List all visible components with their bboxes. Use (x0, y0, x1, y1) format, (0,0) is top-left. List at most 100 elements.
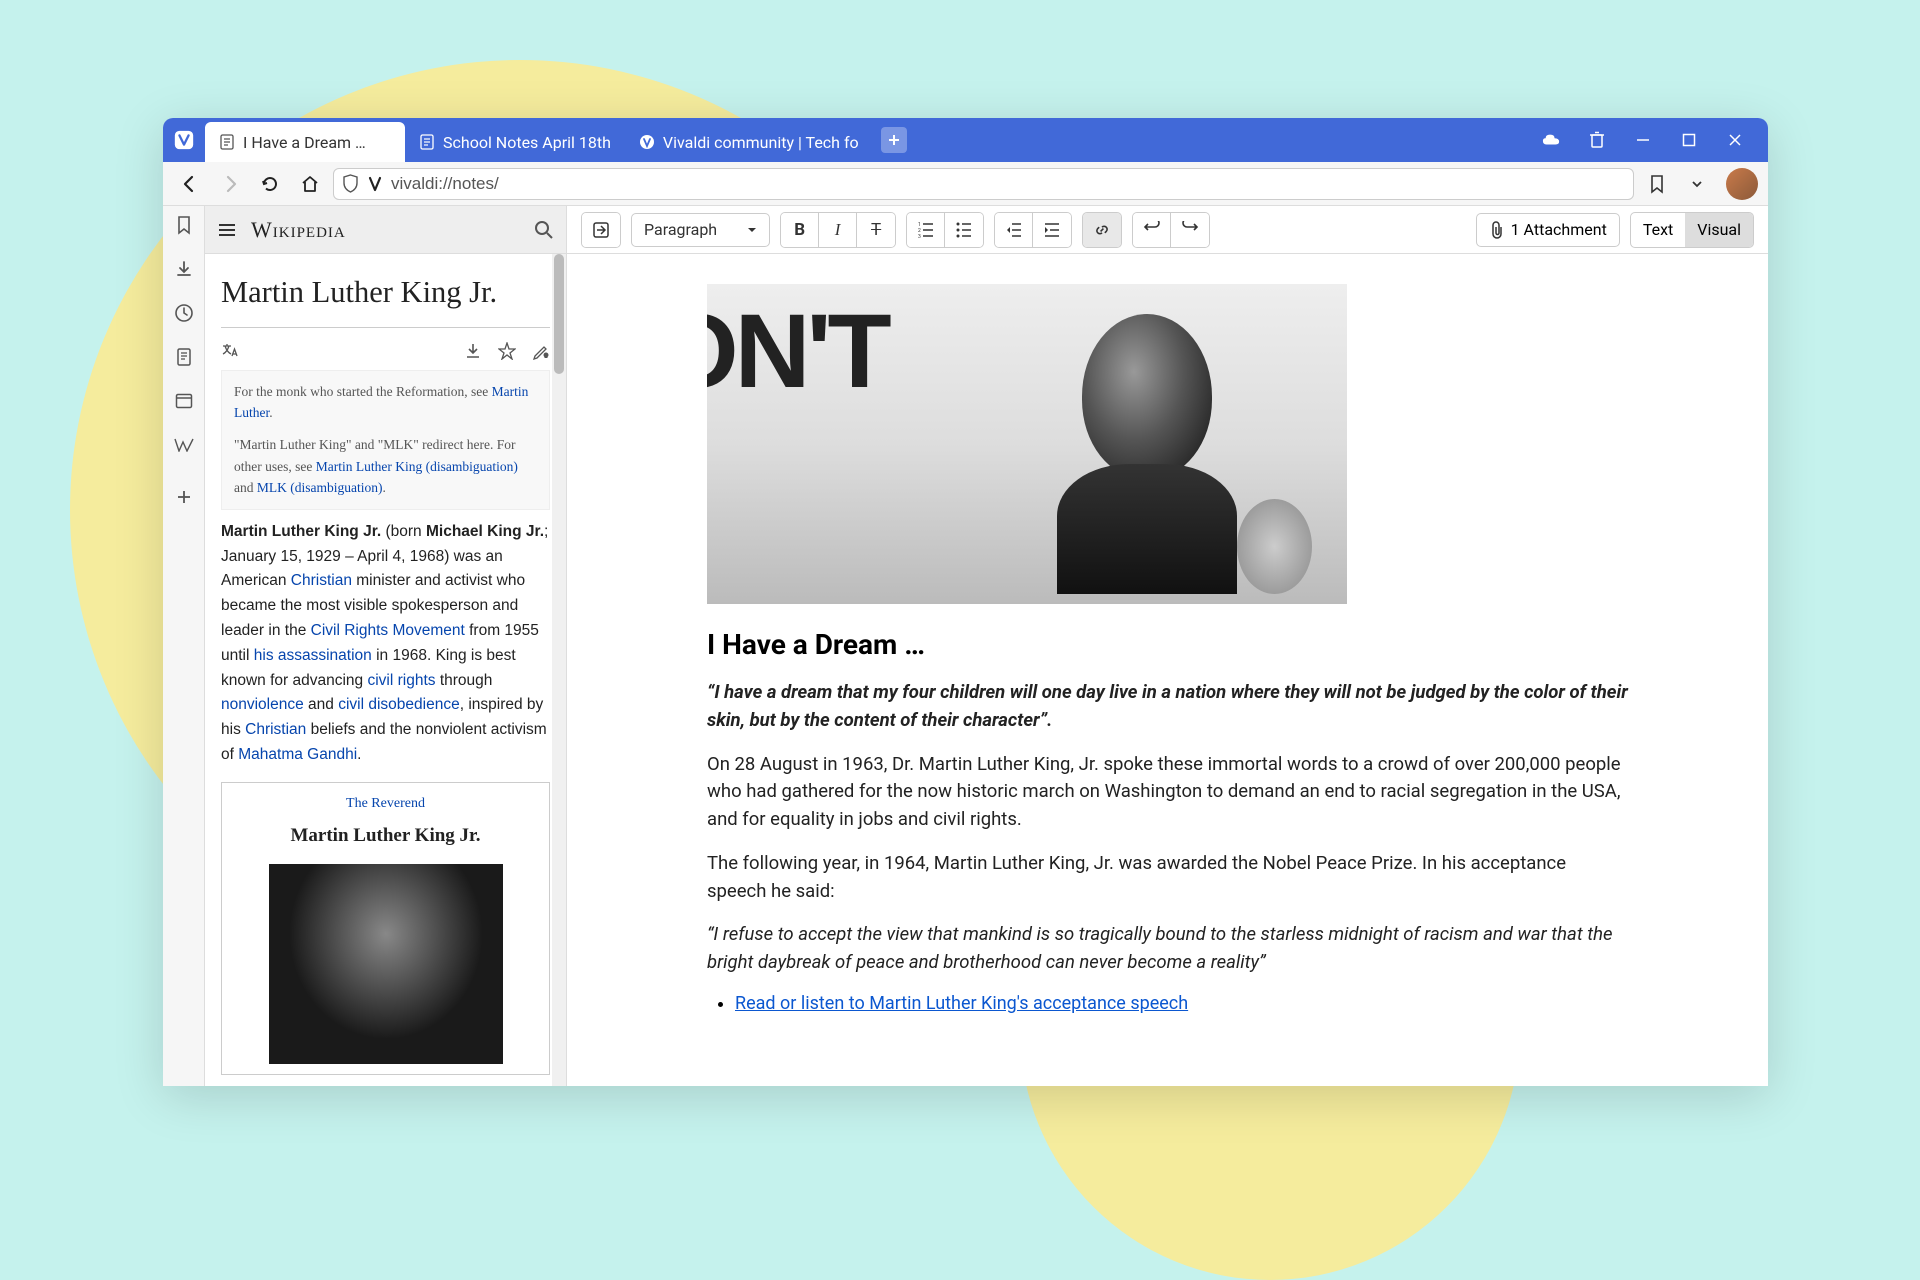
note-list: Read or listen to Martin Luther King's a… (735, 993, 1628, 1014)
search-icon[interactable] (534, 220, 554, 240)
profile-avatar[interactable] (1726, 168, 1758, 200)
wiki-link[interactable]: nonviolence (221, 696, 304, 713)
editor-toolbar: Paragraph B I T 123 (567, 206, 1768, 254)
article-tools (221, 338, 550, 370)
note-icon (219, 134, 235, 150)
bold-button[interactable]: B (781, 213, 819, 247)
bookmark-button[interactable] (1640, 167, 1674, 201)
svg-text:3: 3 (918, 234, 921, 239)
wikipedia-logo[interactable]: Wikipedia (251, 217, 346, 243)
ordered-list-button[interactable]: 123 (907, 213, 945, 247)
indent-button[interactable] (1033, 213, 1071, 247)
tab-label: School Notes April 18th (443, 133, 611, 152)
infobox-honorific: The Reverend (232, 793, 539, 815)
new-tab-button[interactable] (881, 127, 907, 153)
panel-scrollbar[interactable] (552, 254, 566, 1086)
cloud-sync-icon[interactable] (1542, 131, 1560, 149)
back-button[interactable] (173, 167, 207, 201)
tab-2[interactable]: School Notes April 18th (405, 122, 625, 162)
note-paragraph: The following year, in 1964, Martin Luth… (707, 850, 1628, 906)
wikipedia-panel: Wikipedia Martin Luther King Jr. (205, 206, 567, 1086)
downloads-panel-icon[interactable] (173, 258, 195, 280)
history-panel-icon[interactable] (173, 302, 195, 324)
address-bar (163, 162, 1768, 206)
vivaldi-round-icon (639, 134, 655, 150)
minimize-button[interactable] (1634, 131, 1652, 149)
infobox-portrait (269, 864, 503, 1064)
wiki-link[interactable]: his assassination (254, 647, 372, 664)
wiki-article: Martin Luther King Jr. For the monk who … (205, 254, 566, 1086)
bookmarks-panel-icon[interactable] (173, 214, 195, 236)
wiki-link[interactable]: Mahatma Gandhi (238, 746, 357, 763)
star-icon[interactable] (498, 342, 516, 360)
titlebar: I Have a Dream … School Notes April 18th… (163, 118, 1768, 162)
notes-panel-icon[interactable] (173, 346, 195, 368)
reload-button[interactable] (253, 167, 287, 201)
plus-icon (887, 133, 901, 147)
panel-rail (163, 206, 205, 1086)
edit-lock-icon[interactable] (532, 342, 550, 360)
view-toggle: Text Visual (1630, 212, 1754, 248)
url-box[interactable] (333, 168, 1634, 200)
paragraph-select[interactable]: Paragraph (631, 213, 770, 247)
infobox: The Reverend Martin Luther King Jr. (221, 782, 550, 1075)
italic-button[interactable]: I (819, 213, 857, 247)
link-button[interactable] (1083, 213, 1121, 247)
note-paragraph: On 28 August in 1963, Dr. Martin Luther … (707, 751, 1628, 834)
wiki-link[interactable]: Civil Rights Movement (311, 622, 465, 639)
tab-strip: I Have a Dream … School Notes April 18th… (205, 118, 1518, 162)
vivaldi-v-icon (367, 176, 383, 192)
window-panel-icon[interactable] (173, 390, 195, 412)
shield-icon[interactable] (342, 174, 359, 193)
note-quote: “I have a dream that my four children wi… (707, 679, 1628, 735)
notes-editor: Paragraph B I T 123 (567, 206, 1768, 1086)
trash-icon[interactable] (1588, 131, 1606, 149)
tab-1[interactable]: I Have a Dream … (205, 122, 405, 162)
add-panel-icon[interactable] (173, 486, 195, 508)
wiki-link[interactable]: Christian (245, 721, 306, 738)
tab-label: Vivaldi community | Tech fo (663, 133, 859, 152)
window-controls (1518, 131, 1768, 149)
forward-button[interactable] (213, 167, 247, 201)
undo-button[interactable] (1133, 213, 1171, 247)
note-content[interactable]: ON'T I Have a Dream … “I have a dream th… (567, 254, 1768, 1086)
close-button[interactable] (1726, 131, 1744, 149)
paperclip-icon (1489, 221, 1505, 239)
insert-button[interactable] (582, 213, 620, 247)
hatnote: For the monk who started the Reformation… (221, 370, 550, 510)
maximize-button[interactable] (1680, 131, 1698, 149)
unordered-list-button[interactable] (945, 213, 983, 247)
wikipedia-panel-icon[interactable] (173, 434, 195, 456)
language-icon[interactable] (221, 342, 239, 360)
wiki-link[interactable]: civil rights (367, 672, 435, 689)
strikethrough-button[interactable]: T (857, 213, 895, 247)
hero-image: ON'T (707, 284, 1347, 604)
wiki-header: Wikipedia (205, 206, 566, 254)
download-icon[interactable] (464, 342, 482, 360)
text-view-button[interactable]: Text (1631, 213, 1685, 247)
article-title: Martin Luther King Jr. (221, 268, 550, 317)
chevron-down-icon (747, 225, 757, 235)
redo-button[interactable] (1171, 213, 1209, 247)
home-button[interactable] (293, 167, 327, 201)
tab-label: I Have a Dream … (243, 133, 366, 152)
hamburger-icon[interactable] (217, 220, 237, 240)
browser-window: I Have a Dream … School Notes April 18th… (163, 118, 1768, 1086)
outdent-button[interactable] (995, 213, 1033, 247)
note-quote: “I refuse to accept the view that mankin… (707, 921, 1628, 977)
visual-view-button[interactable]: Visual (1685, 213, 1753, 247)
note-link[interactable]: Read or listen to Martin Luther King's a… (735, 993, 1188, 1014)
tab-3[interactable]: Vivaldi community | Tech fo (625, 122, 873, 162)
wiki-link[interactable]: MLK (disambiguation) (257, 480, 383, 495)
url-input[interactable] (391, 174, 1625, 194)
wiki-link[interactable]: Martin Luther King (disambiguation) (316, 459, 518, 474)
infobox-name: Martin Luther King Jr. (232, 821, 539, 851)
note-icon (419, 134, 435, 150)
wiki-link[interactable]: Christian (291, 572, 352, 589)
dropdown-button[interactable] (1680, 167, 1714, 201)
vivaldi-menu-button[interactable] (163, 118, 205, 162)
article-lead: Martin Luther King Jr. (born Michael Kin… (221, 520, 550, 768)
attachment-button[interactable]: 1 Attachment (1476, 213, 1620, 247)
note-title: I Have a Dream … (707, 628, 1628, 661)
wiki-link[interactable]: civil disobedience (338, 696, 460, 713)
